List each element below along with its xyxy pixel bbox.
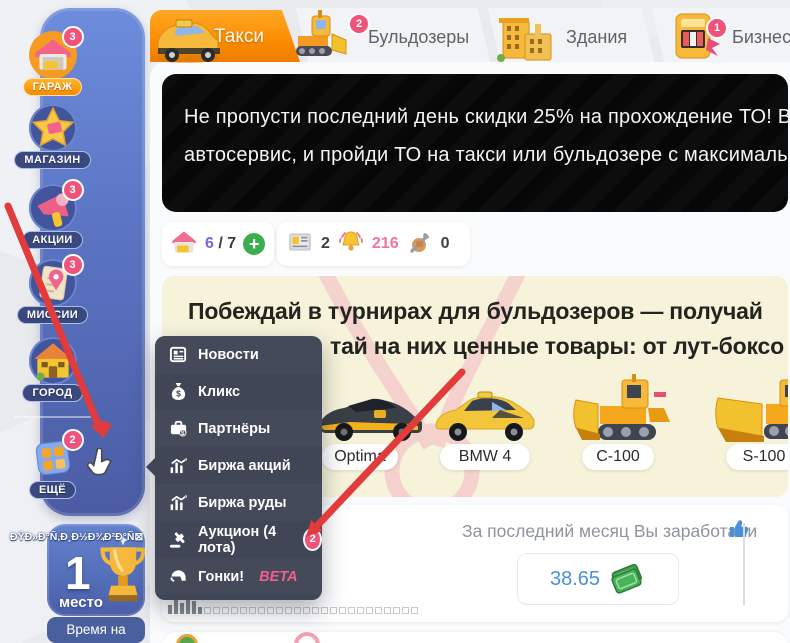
sidebar-item-missions[interactable]: 3 МИССИИ	[0, 258, 105, 332]
banner-line2: автосервис, и пройди ТО на такси или бул…	[184, 144, 788, 167]
sidebar-item-shop[interactable]: МАГАЗИН	[0, 103, 105, 177]
earnings-mini-chart	[168, 598, 418, 614]
menu-item-label: Кликс	[198, 384, 240, 400]
sidebar-item-city[interactable]: ГОРОД	[0, 336, 105, 410]
menu-item-partners[interactable]: $ Партнёры	[155, 410, 322, 447]
rank-value: 1	[65, 546, 91, 600]
menu-item-label: Новости	[198, 347, 259, 363]
thumbs-up-icon	[728, 517, 750, 544]
notifications-count: 216	[372, 235, 399, 253]
earnings-divider	[743, 523, 745, 605]
sidebar-divider	[14, 416, 91, 418]
earnings-label: За последний месяц Вы заработали	[462, 521, 757, 542]
repairs-count: 0	[441, 235, 450, 253]
shop-star-icon	[28, 103, 78, 153]
bulldozer-image-c100	[570, 372, 678, 453]
helmet-icon	[169, 567, 188, 586]
bulldozer-tab-image	[288, 6, 354, 67]
menu-item-label: Аукцион (4 лота)	[198, 524, 289, 556]
missions-map-icon: 3	[28, 258, 78, 308]
time-button[interactable]: Время на	[47, 617, 145, 643]
promos-badge: 3	[62, 179, 84, 201]
moneybag-icon: $	[169, 382, 188, 401]
menu-item-auction[interactable]: Аукцион (4 лота) 2	[155, 521, 322, 558]
city-house-icon	[28, 336, 78, 386]
menu-item-label: Гонки!	[198, 569, 244, 585]
car-name-bmw4[interactable]: BMW 4	[440, 444, 530, 470]
menu-item-ore-exchange[interactable]: Биржа руды	[155, 484, 322, 521]
tab-bulldozers-label[interactable]: Бульдозеры	[368, 27, 469, 48]
garage-badge: 3	[62, 26, 84, 48]
repair-wrench-icon	[407, 229, 433, 260]
more-context-menu: Новости $ Кликс $ Партнёры Биржа акций Б…	[155, 336, 322, 600]
missions-badge: 3	[62, 254, 84, 276]
stocks-chart-icon	[169, 456, 188, 475]
sidebar-item-promos[interactable]: 3 АКЦИИ	[0, 183, 105, 257]
sidebar-item-label: МИССИИ	[17, 306, 88, 324]
banner-line1: Не пропусти последний день скидки 25% на…	[184, 106, 788, 129]
time-button-label: Время на	[66, 622, 125, 637]
sidebar-item-garage[interactable]: 3 ГАРАЖ	[0, 30, 105, 104]
news-icon	[287, 230, 313, 259]
menu-item-races[interactable]: Гонки! BETA	[155, 558, 322, 595]
more-badge: 2	[62, 429, 84, 451]
businesses-tab-badge: 1	[706, 17, 728, 39]
sidebar-item-label: МАГАЗИН	[14, 151, 90, 169]
earnings-value-box: 38.65	[517, 553, 679, 605]
more-grid-icon: 2	[28, 433, 78, 483]
news-menu-icon	[169, 345, 188, 364]
garage-icon: 3	[28, 30, 78, 80]
megaphone-icon: 3	[28, 183, 78, 233]
sidebar-item-label: ЕЩЁ	[29, 481, 76, 499]
car-name-s100[interactable]: S-100	[726, 444, 788, 470]
garage-total: / 7	[214, 235, 236, 252]
car-image-bmw4	[430, 382, 540, 449]
menu-item-news[interactable]: Новости	[155, 336, 322, 373]
gavel-icon	[169, 530, 188, 549]
beta-tag: BETA	[259, 569, 297, 585]
money-ticket-icon	[608, 560, 646, 599]
menu-item-label: Биржа акций	[198, 458, 291, 474]
rank-tooltip-text: ÐŸÐ»Ð°Ñ‚Ð¸Ð½Ð¾Ð²Ð°Ñ⊠	[10, 531, 160, 543]
coin-icon	[176, 634, 198, 643]
sidebar-item-label: ГОРОД	[22, 384, 82, 402]
sidebar-item-label: ГАРАЖ	[23, 78, 83, 96]
news-count: 2	[321, 235, 330, 253]
briefcase-icon: $	[169, 419, 188, 438]
taxi-tab-image	[146, 10, 234, 69]
garage-small-icon	[170, 229, 198, 260]
menu-item-clicks[interactable]: $ Кликс	[155, 373, 322, 410]
svg-text:$: $	[181, 430, 185, 437]
svg-text:$: $	[176, 389, 181, 399]
menu-item-stock-exchange[interactable]: Биржа акций	[155, 447, 322, 484]
bulldozer-image-s100	[714, 374, 788, 453]
ore-chart-icon	[169, 493, 188, 512]
cursor-pointer-icon	[86, 448, 114, 485]
bulldozers-tab-badge: 2	[348, 13, 370, 35]
menu-item-label: Биржа руды	[198, 495, 287, 511]
car-image-optima	[314, 384, 430, 449]
game-page: { "sidebar": { "items": [ {"label": "ГАР…	[0, 0, 790, 643]
earnings-value: 38.65	[550, 568, 600, 591]
promo-title-line1: Побеждай в турнирах для бульдозеров — по…	[188, 298, 763, 325]
next-section-card	[162, 632, 788, 643]
menu-item-label: Партнёры	[198, 421, 270, 437]
garage-current: 6	[205, 235, 214, 252]
counters-card: 2 216 0	[277, 222, 470, 266]
sidebar-item-label: АКЦИИ	[22, 231, 83, 249]
tab-businesses-label[interactable]: Бизнесы	[732, 27, 790, 48]
discount-banner[interactable]: Не пропусти последний день скидки 25% на…	[162, 74, 788, 212]
add-garage-slot-button[interactable]	[243, 233, 265, 255]
pink-circle-icon	[294, 632, 320, 643]
notification-bell-icon	[338, 229, 364, 260]
buildings-tab-image	[495, 14, 559, 67]
tab-buildings-label[interactable]: Здания	[566, 27, 627, 48]
rank-label: место	[59, 594, 103, 611]
garage-slots-card[interactable]: 6 / 7	[162, 222, 274, 266]
promo-title-line2: тай на них ценные товары: от лут-боксо	[330, 333, 784, 360]
car-name-optima[interactable]: Optima	[322, 444, 398, 470]
auction-badge: 2	[303, 528, 322, 551]
car-name-c100[interactable]: C-100	[582, 444, 654, 470]
